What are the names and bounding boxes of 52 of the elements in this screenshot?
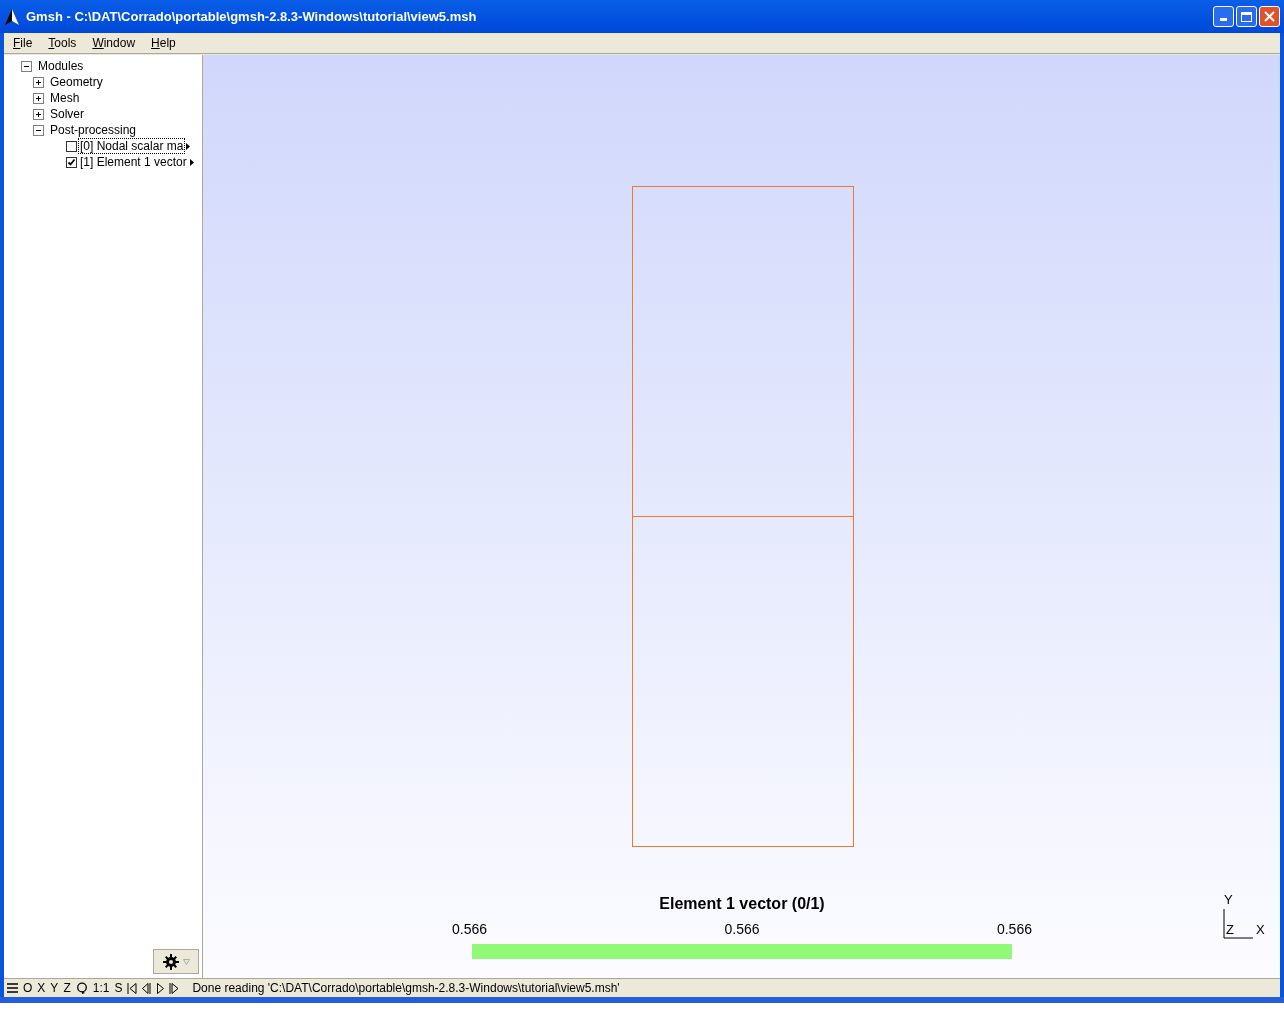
view-button[interactable]: Y (50, 979, 59, 997)
menu-item[interactable]: Window (92, 34, 136, 52)
tree-item[interactable]: Geometry (50, 73, 103, 91)
step-back-icon[interactable] (142, 982, 153, 994)
collapse-toggle[interactable] (33, 124, 44, 136)
play-icon[interactable] (157, 982, 165, 994)
axes-icon (1223, 909, 1253, 939)
plus-icon (35, 78, 42, 86)
close-icon (1264, 11, 1275, 22)
plus-icon (35, 94, 42, 102)
menu-item[interactable]: File (13, 34, 33, 52)
axis-label: X (1256, 923, 1265, 936)
axis-label: Z (1226, 923, 1234, 936)
checkbox[interactable] (66, 156, 77, 168)
tree-item[interactable]: Mesh (50, 89, 80, 107)
checkbox[interactable] (66, 140, 77, 152)
dropdown-caret-icon (182, 958, 190, 965)
tree-item[interactable]: Solver (50, 105, 84, 123)
window-title: Gmsh - C:\DAT\Corrado\portable\gmsh-2.8.3-Windows\tutorial\view5.msh (26, 7, 477, 26)
tree-item[interactable]: [0] Nodal scalar ma (79, 139, 185, 153)
minimize-button[interactable] (1213, 6, 1234, 27)
menu-icon[interactable] (7, 983, 18, 993)
scale-value: 0.566 (724, 920, 760, 939)
app-logo-icon (4, 7, 20, 26)
expand-toggle[interactable] (33, 92, 44, 104)
expand-toggle[interactable] (33, 76, 44, 88)
graphics-canvas[interactable]: Element 1 vector (0/1) 0.566 0.566 0.566 Y Z X (203, 55, 1280, 978)
scale-title: Element 1 vector (0/1) (659, 894, 825, 914)
maximize-button[interactable] (1236, 6, 1257, 27)
plus-icon (35, 110, 42, 118)
view-button[interactable]: 1:1 (92, 979, 110, 997)
tree-item[interactable]: Modules (38, 57, 84, 75)
menu-item[interactable]: Tools (48, 34, 77, 52)
view-button[interactable]: S (114, 979, 123, 997)
tree-item[interactable]: Post-processing (50, 121, 137, 139)
close-button[interactable] (1259, 6, 1280, 27)
menu-item[interactable]: Help (151, 34, 176, 52)
gear-icon (162, 953, 179, 970)
rotate-icon[interactable] (75, 982, 88, 994)
first-step-icon[interactable] (127, 982, 138, 994)
tree-item[interactable]: [1] Element 1 vector (79, 155, 188, 169)
scale-value: 0.566 (452, 920, 488, 939)
settings-button[interactable] (153, 949, 199, 974)
step-forward-icon[interactable] (169, 982, 180, 994)
status-message: Done reading 'C:\DAT\Corrado\portable\gmsh-2.8.3-Windows\tutorial\view5.msh' (192, 980, 620, 997)
view-button[interactable]: Z (63, 979, 71, 997)
expand-toggle[interactable] (33, 108, 44, 120)
collapse-toggle[interactable] (21, 60, 32, 72)
view-button[interactable]: O (23, 979, 33, 997)
view-button[interactable]: X (37, 979, 46, 997)
scale-value: 0.566 (996, 920, 1032, 939)
axis-label: Y (1224, 893, 1233, 906)
